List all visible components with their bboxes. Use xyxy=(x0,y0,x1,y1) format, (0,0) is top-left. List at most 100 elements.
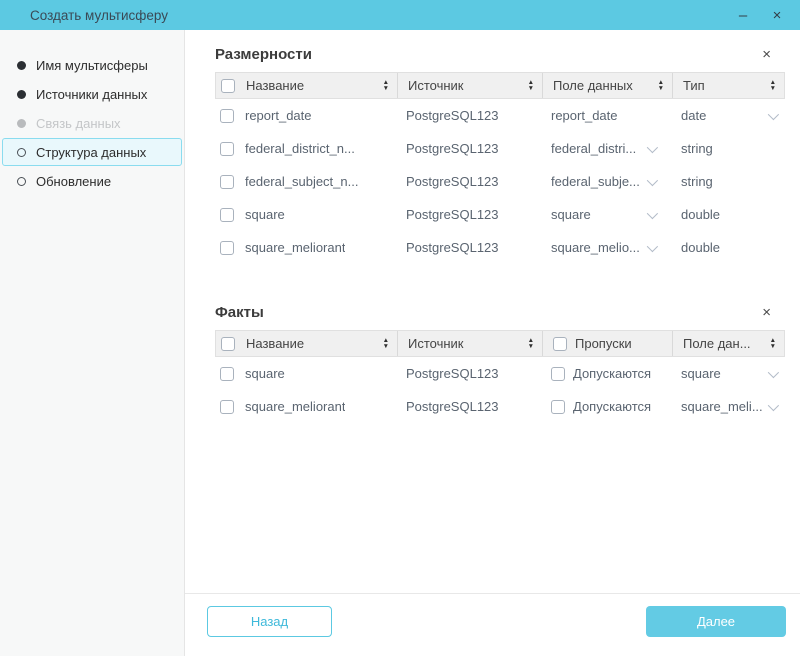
select-all-checkbox[interactable] xyxy=(221,337,235,351)
sidebar-item-data-link: Связь данных xyxy=(2,109,182,137)
table-row: square PostgreSQL123 square double xyxy=(215,198,785,231)
sort-icon[interactable]: ▲▼ xyxy=(383,80,389,91)
dimensions-table-header: Название ▲▼ Источник ▲▼ xyxy=(215,72,785,99)
dimension-name: federal_subject_n... xyxy=(245,174,358,189)
gaps-label: Допускаются xyxy=(573,366,651,381)
select-all-cell xyxy=(216,331,244,356)
sidebar-item-label: Источники данных xyxy=(36,87,147,102)
sidebar-item-multisphere-name[interactable]: Имя мультисферы xyxy=(2,51,182,79)
row-checkbox[interactable] xyxy=(220,142,234,156)
chevron-down-icon[interactable] xyxy=(768,108,779,119)
sidebar-item-data-sources[interactable]: Источники данных xyxy=(2,80,182,108)
gaps-checkbox[interactable] xyxy=(551,367,565,381)
close-icon[interactable]: × xyxy=(768,8,786,23)
data-field-select[interactable]: federal_subje... xyxy=(551,174,640,189)
sort-icon[interactable]: ▲▼ xyxy=(770,80,776,91)
dimension-source: PostgreSQL123 xyxy=(406,207,499,222)
data-field-select[interactable]: report_date xyxy=(551,108,618,123)
chevron-down-icon[interactable] xyxy=(647,141,658,152)
sidebar-item-update[interactable]: Обновление xyxy=(2,167,182,195)
dimension-source: PostgreSQL123 xyxy=(406,141,499,156)
back-button[interactable]: Назад xyxy=(207,606,332,637)
data-field-select[interactable]: square_meli... xyxy=(681,399,763,414)
dimensions-title: Размерности xyxy=(215,46,312,63)
table-row: report_date PostgreSQL123 report_date da… xyxy=(215,99,785,132)
gaps-label: Допускаются xyxy=(573,399,651,414)
facts-close-icon[interactable]: × xyxy=(762,305,771,320)
window-controls: – × xyxy=(734,8,786,23)
header-data-field[interactable]: Поле дан... ▲▼ xyxy=(672,331,784,356)
dimension-source: PostgreSQL123 xyxy=(406,108,499,123)
header-name[interactable]: Название ▲▼ xyxy=(244,73,397,98)
type-select[interactable]: date xyxy=(681,108,706,123)
fact-source: PostgreSQL123 xyxy=(406,399,499,414)
row-checkbox[interactable] xyxy=(220,241,234,255)
data-field-select[interactable]: square xyxy=(681,366,721,381)
dimension-type: string xyxy=(681,141,713,156)
dimension-type: double xyxy=(681,240,720,255)
table-row: federal_subject_n... PostgreSQL123 feder… xyxy=(215,165,785,198)
sort-icon[interactable]: ▲▼ xyxy=(658,80,664,91)
header-data-field[interactable]: Поле данных ▲▼ xyxy=(542,73,672,98)
header-type[interactable]: Тип ▲▼ xyxy=(672,73,784,98)
sections: Размерности × Название xyxy=(185,30,800,593)
sort-icon[interactable]: ▲▼ xyxy=(383,338,389,349)
row-checkbox[interactable] xyxy=(220,367,234,381)
table-row: square_meliorant PostgreSQL123 square_me… xyxy=(215,231,785,264)
sort-icon[interactable]: ▲▼ xyxy=(528,338,534,349)
step-done-bullet-icon xyxy=(17,90,26,99)
sidebar-item-label: Связь данных xyxy=(36,116,121,131)
table-row: square PostgreSQL123 Допускаются square xyxy=(215,357,785,390)
dimension-type: string xyxy=(681,174,713,189)
sort-icon[interactable]: ▲▼ xyxy=(770,338,776,349)
dimensions-close-icon[interactable]: × xyxy=(762,47,771,62)
chevron-down-icon[interactable] xyxy=(768,366,779,377)
sidebar-steps: Имя мультисферы Источники данных Связь д… xyxy=(0,30,185,656)
row-checkbox[interactable] xyxy=(220,175,234,189)
row-checkbox[interactable] xyxy=(220,109,234,123)
chevron-down-icon[interactable] xyxy=(768,399,779,410)
data-field-select[interactable]: federal_distri... xyxy=(551,141,636,156)
sidebar-item-label: Структура данных xyxy=(36,145,146,160)
gaps-checkbox[interactable] xyxy=(551,400,565,414)
facts-section: Факты × Название ▲▼ xyxy=(215,304,785,423)
header-name[interactable]: Название ▲▼ xyxy=(244,331,397,356)
facts-title: Факты xyxy=(215,304,264,321)
minimize-icon[interactable]: – xyxy=(734,8,752,23)
header-gaps: Пропуски xyxy=(542,331,672,356)
footer: Назад Далее xyxy=(185,593,800,656)
select-all-cell xyxy=(216,73,244,98)
titlebar: Создать мультисферу – × xyxy=(0,0,800,30)
header-source[interactable]: Источник ▲▼ xyxy=(397,331,542,356)
facts-section-head: Факты × xyxy=(215,304,785,321)
dimension-name: square xyxy=(245,207,285,222)
fact-name: square xyxy=(245,366,285,381)
next-button[interactable]: Далее xyxy=(646,606,786,637)
sidebar-item-label: Обновление xyxy=(36,174,111,189)
dimension-source: PostgreSQL123 xyxy=(406,174,499,189)
chevron-down-icon[interactable] xyxy=(647,207,658,218)
dimensions-section: Размерности × Название xyxy=(215,46,785,264)
window-title: Создать мультисферу xyxy=(30,8,168,23)
sidebar-item-data-structure[interactable]: Структура данных xyxy=(2,138,182,166)
select-all-checkbox[interactable] xyxy=(221,79,235,93)
sort-icon[interactable]: ▲▼ xyxy=(528,80,534,91)
gaps-all-checkbox[interactable] xyxy=(553,337,567,351)
facts-table-header: Название ▲▼ Источник ▲▼ xyxy=(215,330,785,357)
step-pending-bullet-icon xyxy=(17,148,26,157)
dimension-name: square_meliorant xyxy=(245,240,345,255)
dimension-name: report_date xyxy=(245,108,312,123)
table-row: square_meliorant PostgreSQL123 Допускают… xyxy=(215,390,785,423)
content-area: Размерности × Название xyxy=(185,30,800,656)
dimensions-section-head: Размерности × xyxy=(215,46,785,63)
data-field-select[interactable]: square xyxy=(551,207,591,222)
chevron-down-icon[interactable] xyxy=(647,240,658,251)
data-field-select[interactable]: square_melio... xyxy=(551,240,640,255)
row-checkbox[interactable] xyxy=(220,208,234,222)
chevron-down-icon[interactable] xyxy=(647,174,658,185)
step-pending-bullet-icon xyxy=(17,177,26,186)
fact-source: PostgreSQL123 xyxy=(406,366,499,381)
header-source[interactable]: Источник ▲▼ xyxy=(397,73,542,98)
facts-table: Название ▲▼ Источник ▲▼ xyxy=(215,330,785,423)
row-checkbox[interactable] xyxy=(220,400,234,414)
